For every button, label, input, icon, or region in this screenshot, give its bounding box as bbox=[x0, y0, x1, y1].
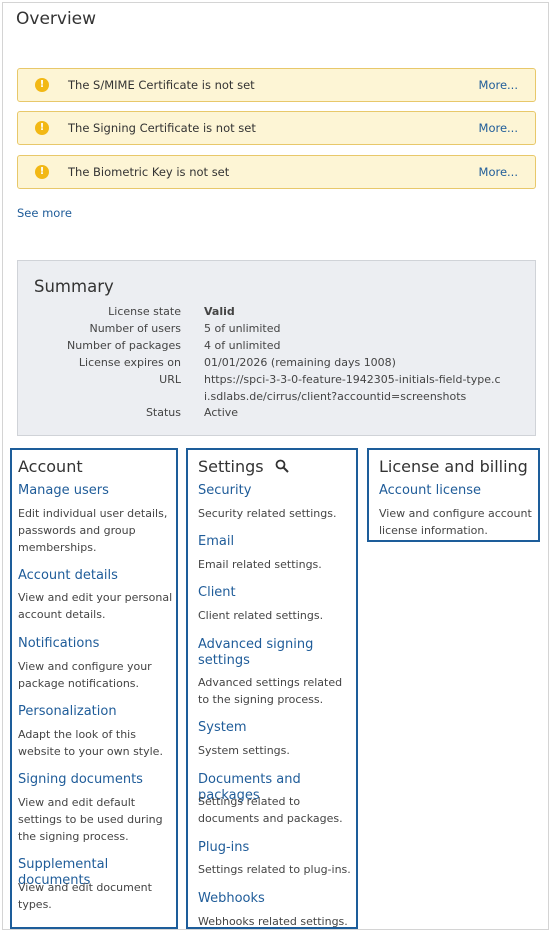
email-link[interactable]: Email bbox=[198, 534, 234, 550]
client-link[interactable]: Client bbox=[198, 585, 236, 601]
personalization-desc: Adapt the look of this website to your o… bbox=[18, 728, 163, 758]
summary-label: License expires on bbox=[78, 356, 181, 369]
page-title: Overview bbox=[16, 9, 97, 29]
alert-message: The S/MIME Certificate is not set bbox=[68, 78, 255, 92]
license-billing-section: License and billing Account license View… bbox=[367, 448, 540, 542]
system-link[interactable]: System bbox=[198, 720, 246, 736]
alert-more-link[interactable]: More... bbox=[479, 121, 518, 135]
license-billing-title: License and billing bbox=[379, 457, 528, 476]
system-desc: System settings. bbox=[198, 744, 290, 757]
alert-message: The Biometric Key is not set bbox=[68, 165, 230, 179]
summary-url-value: https://spci-3-3-0-feature-1942305-initi… bbox=[204, 373, 501, 403]
alert-biometric-key: ! The Biometric Key is not set More... bbox=[17, 155, 536, 189]
search-icon[interactable] bbox=[275, 458, 289, 477]
signing-documents-desc: View and edit default settings to be use… bbox=[18, 796, 163, 843]
webhooks-desc: Webhooks related settings. bbox=[198, 915, 348, 928]
summary-value: 4 of unlimited bbox=[204, 339, 281, 352]
security-desc: Security related settings. bbox=[198, 507, 337, 520]
signing-documents-link[interactable]: Signing documents bbox=[18, 772, 143, 788]
account-license-link[interactable]: Account license bbox=[379, 483, 481, 499]
account-details-link[interactable]: Account details bbox=[18, 568, 118, 584]
summary-label: Number of users bbox=[89, 322, 181, 335]
account-title: Account bbox=[18, 457, 83, 476]
license-state-value: Valid bbox=[204, 305, 235, 318]
plug-ins-desc: Settings related to plug-ins. bbox=[198, 863, 351, 876]
manage-users-link[interactable]: Manage users bbox=[18, 483, 109, 499]
summary-panel: Summary License state Valid Number of us… bbox=[17, 260, 536, 436]
account-details-desc: View and edit your personal account deta… bbox=[18, 591, 173, 621]
alert-message: The Signing Certificate is not set bbox=[68, 121, 256, 135]
manage-users-desc: Edit individual user details, passwords … bbox=[18, 507, 168, 554]
security-link[interactable]: Security bbox=[198, 483, 251, 499]
supplemental-documents-desc: View and edit document types. bbox=[18, 881, 152, 911]
documents-and-packages-desc: Settings related to documents and packag… bbox=[198, 795, 343, 825]
webhooks-link[interactable]: Webhooks bbox=[198, 891, 265, 907]
settings-section: Settings Security Security related setti… bbox=[186, 448, 358, 929]
notifications-link[interactable]: Notifications bbox=[18, 636, 99, 652]
see-more-link[interactable]: See more bbox=[17, 206, 72, 220]
summary-label: Status bbox=[145, 406, 181, 419]
alert-smime: ! The S/MIME Certificate is not set More… bbox=[17, 68, 536, 102]
warning-icon: ! bbox=[35, 165, 49, 179]
warning-icon: ! bbox=[35, 78, 49, 92]
account-section: Account Manage users Edit individual use… bbox=[10, 448, 178, 929]
summary-value: Active bbox=[204, 406, 239, 419]
summary-label: License state bbox=[108, 305, 181, 318]
email-desc: Email related settings. bbox=[198, 558, 322, 571]
personalization-link[interactable]: Personalization bbox=[18, 704, 117, 720]
plug-ins-link[interactable]: Plug-ins bbox=[198, 840, 249, 856]
settings-title: Settings bbox=[198, 457, 264, 476]
notifications-desc: View and configure your package notifica… bbox=[18, 660, 152, 690]
advanced-signing-settings-link[interactable]: Advanced signing settings bbox=[198, 637, 348, 669]
warning-icon: ! bbox=[35, 121, 49, 135]
alert-more-link[interactable]: More... bbox=[479, 78, 518, 92]
account-license-desc: View and configure account license infor… bbox=[379, 507, 532, 537]
summary-label: URL bbox=[159, 373, 181, 386]
summary-label: Number of packages bbox=[67, 339, 181, 352]
summary-value: 5 of unlimited bbox=[204, 322, 281, 335]
summary-title: Summary bbox=[34, 277, 114, 296]
advanced-signing-settings-desc: Advanced settings related to the signing… bbox=[198, 676, 343, 706]
client-desc: Client related settings. bbox=[198, 609, 324, 622]
alert-signing-certificate: ! The Signing Certificate is not set Mor… bbox=[17, 111, 536, 145]
settings-title-row: Settings bbox=[198, 457, 289, 477]
alert-more-link[interactable]: More... bbox=[479, 165, 518, 179]
summary-value: 01/01/2026 (remaining days 1008) bbox=[204, 356, 396, 369]
